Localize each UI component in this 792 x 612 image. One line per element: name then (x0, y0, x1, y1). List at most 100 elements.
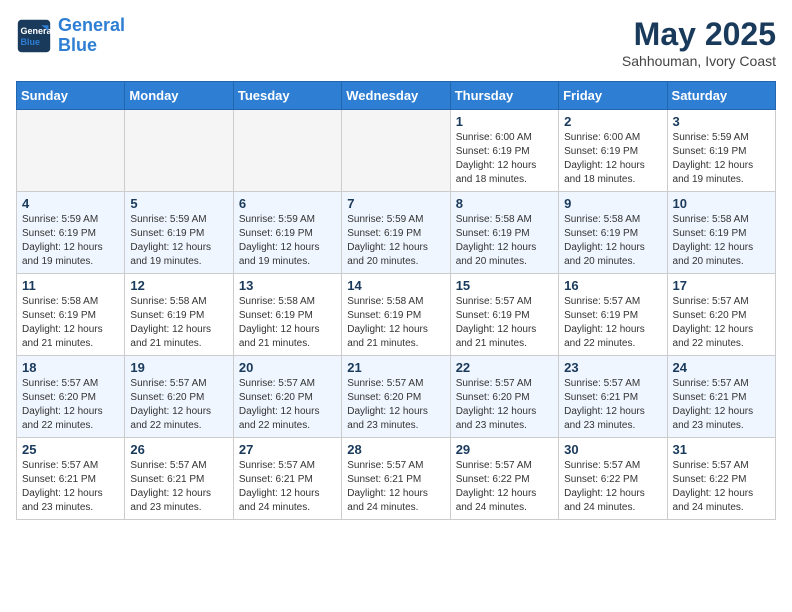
logo: General Blue General Blue (16, 16, 125, 56)
calendar-cell: 15Sunrise: 5:57 AM Sunset: 6:19 PM Dayli… (450, 274, 558, 356)
cell-text: Sunrise: 5:57 AM Sunset: 6:20 PM Dayligh… (130, 377, 227, 433)
cell-text: Sunrise: 5:58 AM Sunset: 6:19 PM Dayligh… (22, 295, 119, 351)
day-number: 30 (564, 442, 661, 457)
calendar-cell: 11 Sunrise: 5:58 AM Sunset: 6:19 PM Dayli… (17, 274, 125, 356)
day-number: 24 (673, 360, 770, 375)
calendar-header-row: SundayMondayTuesdayWednesdayThursdayFrid… (17, 82, 776, 110)
calendar-cell: 23 Sunrise: 5:57 AM Sunset: 6:21 PM Dayli… (559, 356, 667, 438)
weekday-header-wednesday: Wednesday (342, 82, 450, 110)
day-number: 16 (564, 278, 661, 293)
calendar-table: SundayMondayTuesdayWednesdayThursdayFrid… (16, 81, 776, 520)
day-number: 11 (22, 278, 119, 293)
cell-text: Sunrise: 5:57 AM Sunset: 6:22 PM Dayligh… (564, 459, 661, 515)
calendar-cell: 28 Sunrise: 5:57 AM Sunset: 6:21 PM Dayli… (342, 438, 450, 520)
calendar-cell: 3 Sunrise: 5:59 AM Sunset: 6:19 PM Daylig… (667, 110, 775, 192)
day-number: 21 (347, 360, 444, 375)
calendar-cell (342, 110, 450, 192)
day-number: 29 (456, 442, 553, 457)
calendar-cell: 12 Sunrise: 5:58 AM Sunset: 6:19 PM Dayli… (125, 274, 233, 356)
calendar-cell: 24 Sunrise: 5:57 AM Sunset: 6:21 PM Dayli… (667, 356, 775, 438)
calendar-cell: 10 Sunrise: 5:58 AM Sunset: 6:19 PM Dayli… (667, 192, 775, 274)
day-number: 7 (347, 196, 444, 211)
cell-text: Sunrise: 5:57 AM Sunset: 6:21 PM Dayligh… (130, 459, 227, 515)
cell-text: Sunrise: 5:58 AM Sunset: 6:19 PM Dayligh… (673, 213, 770, 269)
day-number: 14 (347, 278, 444, 293)
calendar-cell: 26Sunrise: 5:57 AM Sunset: 6:21 PM Dayli… (125, 438, 233, 520)
cell-text: Sunrise: 5:57 AM Sunset: 6:20 PM Dayligh… (22, 377, 119, 433)
weekday-header-tuesday: Tuesday (233, 82, 341, 110)
cell-text: Sunrise: 5:58 AM Sunset: 6:19 PM Dayligh… (239, 295, 336, 351)
calendar-cell: 21 Sunrise: 5:57 AM Sunset: 6:20 PM Dayli… (342, 356, 450, 438)
calendar-cell: 19 Sunrise: 5:57 AM Sunset: 6:20 PM Dayli… (125, 356, 233, 438)
calendar-cell: 2Sunrise: 6:00 AM Sunset: 6:19 PM Daylig… (559, 110, 667, 192)
day-number: 31 (673, 442, 770, 457)
calendar-cell: 20Sunrise: 5:57 AM Sunset: 6:20 PM Dayli… (233, 356, 341, 438)
logo-text-block: General Blue (58, 16, 125, 56)
calendar-cell: 17Sunrise: 5:57 AM Sunset: 6:20 PM Dayli… (667, 274, 775, 356)
calendar-cell: 18 Sunrise: 5:57 AM Sunset: 6:20 PM Dayli… (17, 356, 125, 438)
cell-text: Sunrise: 5:57 AM Sunset: 6:20 PM Dayligh… (456, 377, 553, 433)
weekday-header-saturday: Saturday (667, 82, 775, 110)
calendar-cell: 7 Sunrise: 5:59 AM Sunset: 6:19 PM Daylig… (342, 192, 450, 274)
calendar-cell: 9Sunrise: 5:58 AM Sunset: 6:19 PM Daylig… (559, 192, 667, 274)
svg-text:Blue: Blue (21, 37, 41, 47)
month-title: May 2025 (622, 16, 776, 53)
day-number: 4 (22, 196, 119, 211)
day-number: 19 (130, 360, 227, 375)
cell-text: Sunrise: 5:57 AM Sunset: 6:21 PM Dayligh… (564, 377, 661, 433)
calendar-cell: 8Sunrise: 5:58 AM Sunset: 6:19 PM Daylig… (450, 192, 558, 274)
day-number: 1 (456, 114, 553, 129)
day-number: 10 (673, 196, 770, 211)
calendar-week-row: 18 Sunrise: 5:57 AM Sunset: 6:20 PM Dayli… (17, 356, 776, 438)
weekday-header-sunday: Sunday (17, 82, 125, 110)
day-number: 28 (347, 442, 444, 457)
calendar-week-row: 1 Sunrise: 6:00 AM Sunset: 6:19 PM Daylig… (17, 110, 776, 192)
cell-text: Sunrise: 5:59 AM Sunset: 6:19 PM Dayligh… (673, 131, 770, 187)
cell-text: Sunrise: 5:57 AM Sunset: 6:20 PM Dayligh… (673, 295, 770, 351)
calendar-cell: 29 Sunrise: 5:57 AM Sunset: 6:22 PM Dayli… (450, 438, 558, 520)
day-number: 22 (456, 360, 553, 375)
logo-name: General Blue (58, 16, 125, 56)
logo-icon: General Blue (16, 18, 52, 54)
day-number: 18 (22, 360, 119, 375)
weekday-header-monday: Monday (125, 82, 233, 110)
day-number: 3 (673, 114, 770, 129)
day-number: 13 (239, 278, 336, 293)
cell-text: Sunrise: 5:57 AM Sunset: 6:19 PM Dayligh… (564, 295, 661, 351)
calendar-cell (17, 110, 125, 192)
day-number: 5 (130, 196, 227, 211)
calendar-cell: 27Sunrise: 5:57 AM Sunset: 6:21 PM Dayli… (233, 438, 341, 520)
cell-text: Sunrise: 6:00 AM Sunset: 6:19 PM Dayligh… (564, 131, 661, 187)
cell-text: Sunrise: 5:59 AM Sunset: 6:19 PM Dayligh… (347, 213, 444, 269)
calendar-week-row: 25Sunrise: 5:57 AM Sunset: 6:21 PM Dayli… (17, 438, 776, 520)
calendar-cell: 22 Sunrise: 5:57 AM Sunset: 6:20 PM Dayli… (450, 356, 558, 438)
cell-text: Sunrise: 5:57 AM Sunset: 6:22 PM Dayligh… (456, 459, 553, 515)
calendar-week-row: 4 Sunrise: 5:59 AM Sunset: 6:19 PM Daylig… (17, 192, 776, 274)
calendar-cell: 16 Sunrise: 5:57 AM Sunset: 6:19 PM Dayli… (559, 274, 667, 356)
cell-text: Sunrise: 5:58 AM Sunset: 6:19 PM Dayligh… (564, 213, 661, 269)
day-number: 20 (239, 360, 336, 375)
weekday-header-thursday: Thursday (450, 82, 558, 110)
cell-text: Sunrise: 5:57 AM Sunset: 6:21 PM Dayligh… (347, 459, 444, 515)
cell-text: Sunrise: 5:57 AM Sunset: 6:20 PM Dayligh… (347, 377, 444, 433)
cell-text: Sunrise: 5:57 AM Sunset: 6:21 PM Dayligh… (22, 459, 119, 515)
calendar-cell: 1Sunrise: 6:00 AM Sunset: 6:19 PM Daylig… (450, 110, 558, 192)
calendar-cell: 13 Sunrise: 5:58 AM Sunset: 6:19 PM Dayli… (233, 274, 341, 356)
logo-general: General (58, 15, 125, 35)
logo-blue: Blue (58, 35, 97, 55)
cell-text: Sunrise: 5:58 AM Sunset: 6:19 PM Dayligh… (130, 295, 227, 351)
calendar-cell (125, 110, 233, 192)
cell-text: Sunrise: 5:59 AM Sunset: 6:19 PM Dayligh… (22, 213, 119, 269)
calendar-cell: 4 Sunrise: 5:59 AM Sunset: 6:19 PM Daylig… (17, 192, 125, 274)
cell-text: Sunrise: 5:57 AM Sunset: 6:22 PM Dayligh… (673, 459, 770, 515)
calendar-cell: 5Sunrise: 5:59 AM Sunset: 6:19 PM Daylig… (125, 192, 233, 274)
cell-text: Sunrise: 5:59 AM Sunset: 6:19 PM Dayligh… (239, 213, 336, 269)
page-header: General Blue General Blue May 2025 Sahho… (16, 16, 776, 69)
calendar-cell: 31 Sunrise: 5:57 AM Sunset: 6:22 PM Dayli… (667, 438, 775, 520)
day-number: 6 (239, 196, 336, 211)
day-number: 23 (564, 360, 661, 375)
day-number: 12 (130, 278, 227, 293)
cell-text: Sunrise: 5:57 AM Sunset: 6:19 PM Dayligh… (456, 295, 553, 351)
cell-text: Sunrise: 5:57 AM Sunset: 6:21 PM Dayligh… (673, 377, 770, 433)
calendar-cell: 25Sunrise: 5:57 AM Sunset: 6:21 PM Dayli… (17, 438, 125, 520)
